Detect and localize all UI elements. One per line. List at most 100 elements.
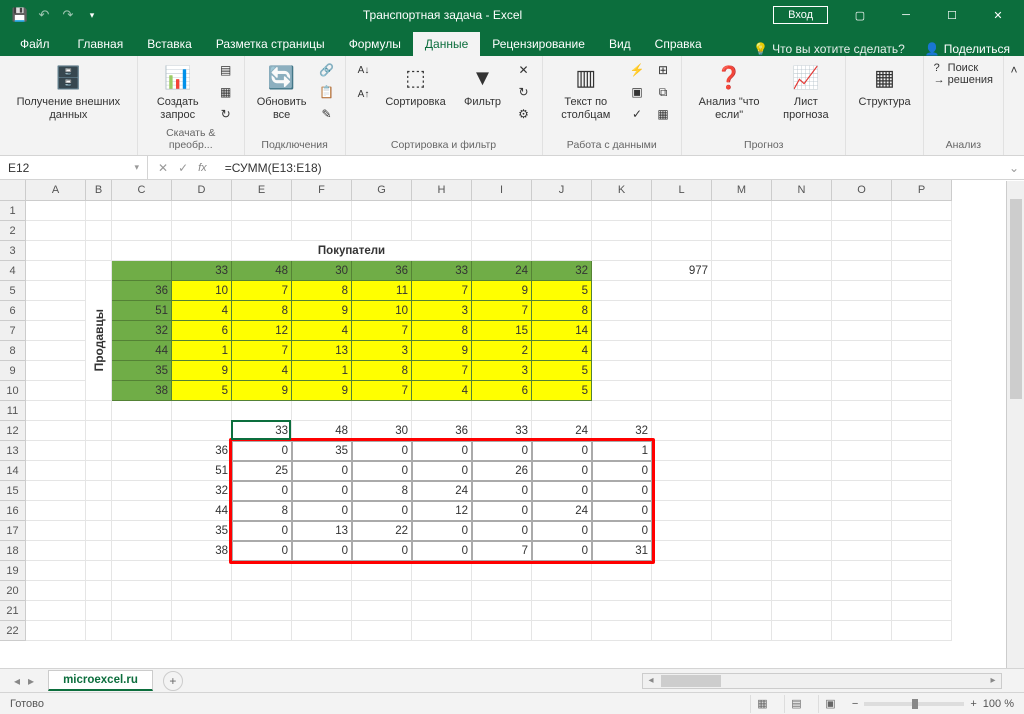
clear-filter-icon[interactable]: ✕ [514,60,534,80]
cell[interactable] [86,541,112,561]
connections-icon[interactable]: 🔗 [317,60,337,80]
whatif-button[interactable]: ❓ Анализ "что если" [690,60,768,124]
cell[interactable] [832,621,892,641]
vertical-scrollbar[interactable] [1006,181,1024,668]
cell[interactable] [472,621,532,641]
cell[interactable] [772,261,832,281]
cell[interactable]: 38 [172,541,232,561]
cell[interactable]: 15 [472,321,532,341]
cell[interactable] [712,461,772,481]
cell[interactable] [652,601,712,621]
cell[interactable]: 32 [592,421,652,441]
cell[interactable] [352,561,412,581]
cell[interactable]: 0 [232,481,292,501]
cell[interactable] [112,561,172,581]
cell[interactable] [86,501,112,521]
sort-asc-icon[interactable]: A↓ [354,60,374,80]
zoom-out-icon[interactable]: − [852,698,858,710]
cell[interactable] [112,501,172,521]
cell[interactable]: 44 [172,501,232,521]
cell[interactable]: 7 [412,361,472,381]
row-header[interactable]: 20 [0,581,26,601]
row-header[interactable]: 8 [0,341,26,361]
cell[interactable]: 4 [172,301,232,321]
add-sheet-button[interactable]: + [163,671,183,691]
cell[interactable]: 5 [172,381,232,401]
enter-formula-icon[interactable]: ✓ [178,161,188,175]
cell[interactable] [232,201,292,221]
row-header[interactable]: 14 [0,461,26,481]
row-header[interactable]: 5 [0,281,26,301]
cell[interactable] [26,401,86,421]
cell[interactable] [772,201,832,221]
cell[interactable] [892,281,952,301]
cell[interactable] [892,621,952,641]
tab-home[interactable]: Главная [66,32,136,56]
cell[interactable] [592,281,652,301]
col-header[interactable]: M [712,180,772,201]
cell[interactable] [232,581,292,601]
row-header[interactable]: 7 [0,321,26,341]
cell[interactable] [832,581,892,601]
cell[interactable] [352,221,412,241]
cell[interactable]: 7 [472,301,532,321]
cell[interactable] [86,561,112,581]
cell[interactable] [772,581,832,601]
cell[interactable] [772,341,832,361]
cell[interactable]: 24 [532,421,592,441]
filter-button[interactable]: ▼ Фильтр [458,60,508,111]
cell[interactable]: 25 [232,461,292,481]
cell[interactable]: 0 [472,441,532,461]
relationships-icon[interactable]: ⧉ [653,82,673,102]
cell[interactable]: 36 [352,261,412,281]
cell[interactable] [892,461,952,481]
cell[interactable] [112,201,172,221]
cell[interactable] [172,241,232,261]
cell[interactable] [532,221,592,241]
cell[interactable]: 48 [232,261,292,281]
cell[interactable] [592,301,652,321]
cell[interactable] [772,361,832,381]
cell[interactable]: 14 [532,321,592,341]
cell[interactable] [832,301,892,321]
cell[interactable] [86,421,112,441]
cell[interactable] [232,621,292,641]
cell[interactable]: 9 [412,341,472,361]
cell[interactable] [232,221,292,241]
cell[interactable] [772,301,832,321]
row-header[interactable]: 18 [0,541,26,561]
row-header[interactable]: 6 [0,301,26,321]
cell[interactable]: 0 [532,461,592,481]
cell[interactable]: 6 [172,321,232,341]
page-layout-icon[interactable]: ▤ [784,695,808,713]
cell[interactable] [772,221,832,241]
cell[interactable]: 36 [412,421,472,441]
maximize-button[interactable]: ☐ [930,1,974,29]
cell[interactable] [592,221,652,241]
close-button[interactable]: ✕ [976,1,1020,29]
cell[interactable]: 7 [412,281,472,301]
cell[interactable] [832,521,892,541]
cell[interactable] [86,521,112,541]
name-box[interactable]: E12▾ [0,156,148,179]
cell[interactable]: 24 [472,261,532,281]
cell[interactable] [832,281,892,301]
cell[interactable] [712,301,772,321]
cell[interactable] [892,441,952,461]
cell[interactable]: 12 [232,321,292,341]
cell[interactable] [712,481,772,501]
cell[interactable]: 0 [472,501,532,521]
cell[interactable] [26,581,86,601]
cell[interactable] [26,381,86,401]
new-query-button[interactable]: 📊 Создать запрос [146,60,210,124]
cell[interactable] [292,601,352,621]
cell[interactable] [712,261,772,281]
cell[interactable] [892,301,952,321]
cell[interactable] [412,581,472,601]
cell[interactable]: 3 [472,361,532,381]
cell[interactable]: 35 [172,521,232,541]
col-header[interactable]: E [232,180,292,201]
cell[interactable] [652,361,712,381]
row-header[interactable]: 19 [0,561,26,581]
recent-sources-icon[interactable]: ↻ [216,104,236,124]
